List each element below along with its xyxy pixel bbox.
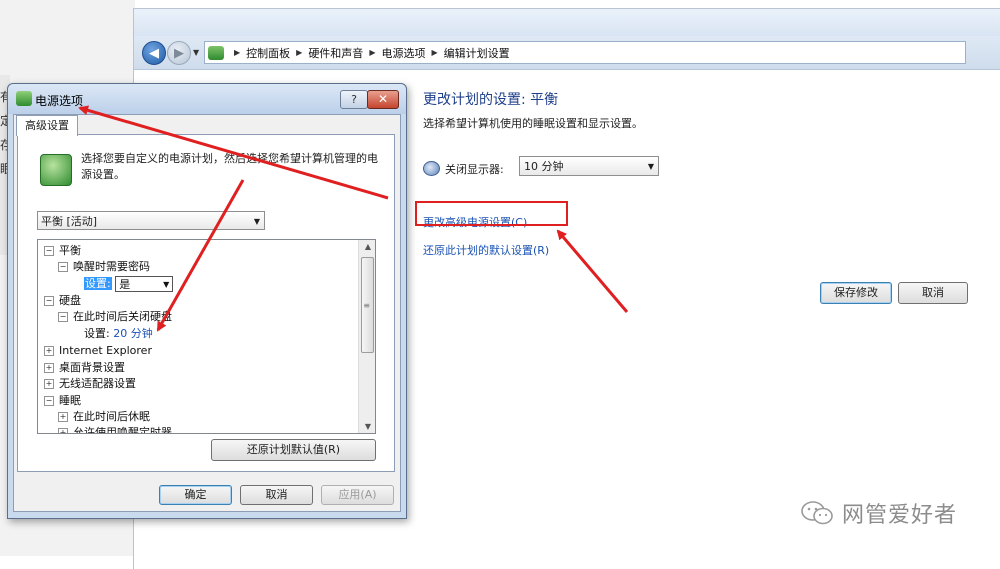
collapse-icon[interactable]: − [58,262,68,272]
tree-item-balance[interactable]: − 平衡 [44,243,81,259]
chevron-right-icon[interactable]: ▶ [296,48,302,57]
tree-label: 唤醒时需要密码 [73,260,150,273]
chevron-right-icon[interactable]: ▶ [234,48,240,57]
tree-label: 在此时间后关闭硬盘 [73,310,172,323]
watermark: 网管爱好者 [800,497,957,529]
tree-label: 在此时间后休眠 [73,410,150,423]
expand-icon[interactable]: + [44,346,54,356]
tree-label: 无线适配器设置 [59,377,136,390]
tree-item-hard-disk[interactable]: − 硬盘 [44,293,81,309]
collapse-icon[interactable]: − [44,296,54,306]
page-title: 更改计划的设置: 平衡 [423,92,559,108]
dialog-cancel-button[interactable]: 取消 [240,485,313,505]
tree-label: 允许使用唤醒定时器 [73,426,172,434]
chevron-right-icon[interactable]: ▶ [369,48,375,57]
cancel-button[interactable]: 取消 [898,282,968,304]
back-button[interactable]: ◀ [142,41,166,65]
tree-item-wake-setting[interactable]: 设置: 是 ▼ [84,276,174,292]
power-plan-value: 平衡 [活动] [41,215,98,228]
chevron-down-icon: ▼ [647,162,654,171]
expand-icon[interactable]: + [58,412,68,422]
apply-button[interactable]: 应用(A) [321,485,394,505]
tab-advanced-settings[interactable]: 高级设置 [16,115,78,136]
power-options-icon [16,91,32,106]
annotation-highlight-box [415,201,568,226]
wake-password-select[interactable]: 是 ▼ [115,276,174,292]
scroll-down-icon[interactable]: ▼ [365,422,371,431]
tree-label: 平衡 [59,244,81,257]
chevron-down-icon: ▼ [163,280,170,289]
tree-item-wake-password[interactable]: − 唤醒时需要密码 [58,259,150,275]
wake-password-value: 是 [119,278,131,291]
tree-item-sleep[interactable]: − 睡眠 [44,393,81,409]
display-off-value: 10 分钟 [524,160,564,173]
dialog-title: 电源选项 [35,94,84,108]
breadcrumb-control-panel[interactable]: 控制面板 [246,45,290,61]
tree-label: 硬盘 [59,294,81,307]
setting-label: 设置: [84,327,110,340]
collapse-icon[interactable]: − [58,312,68,322]
tree-item-sleep-after[interactable]: + 在此时间后休眠 [58,409,150,425]
close-button[interactable]: ✕ [367,90,399,109]
page-description: 选择希望计算机使用的睡眠设置和显示设置。 [423,117,643,130]
ok-button[interactable]: 确定 [159,485,232,505]
tree-item-wireless-adapter[interactable]: + 无线适配器设置 [44,376,136,392]
restore-defaults-link[interactable]: 还原此计划的默认设置(R) [423,242,549,258]
history-dropdown-icon[interactable]: ▼ [193,48,199,57]
tree-item-hdd-off-after[interactable]: − 在此时间后关闭硬盘 [58,309,172,325]
wechat-icon [801,501,833,525]
power-plan-select[interactable]: 平衡 [活动] ▼ [37,211,265,230]
settings-tree[interactable]: − 平衡 − 唤醒时需要密码 设置: 是 ▼ − 硬盘 − 在此时间后关闭硬盘 设置: 2… [37,239,376,434]
watermark-text: 网管爱好者 [842,503,958,528]
tree-item-desktop-background[interactable]: + 桌面背景设置 [44,360,125,376]
tree-scrollbar[interactable]: ▲ ≡ ▼ [358,240,375,433]
dialog-intro-text: 选择您要自定义的电源计划，然后选择您希望计算机管理的电源设置。 [81,152,378,181]
window-titlebar [134,9,1000,36]
dialog-titlebar[interactable]: 电源选项 ? ✕ [8,84,406,114]
hdd-setting-value-link[interactable]: 20 分钟 [113,327,153,340]
chevron-down-icon: ▼ [253,217,260,226]
power-options-dialog: 电源选项 ? ✕ 高级设置 选择您要自定义的电源计划，然后选择您希望计算机管理的… [7,83,407,519]
expand-icon[interactable]: + [58,428,68,433]
help-button[interactable]: ? [340,90,368,109]
forward-button[interactable]: ▶ [167,41,191,65]
control-panel-icon [208,45,224,60]
save-changes-button[interactable]: 保存修改 [820,282,892,304]
collapse-icon[interactable]: − [44,396,54,406]
navigation-bar: ◀ ▶ ▼ ▶ 控制面板 ▶ 硬件和声音 ▶ 电源选项 ▶ 编辑计划设置 [134,36,1000,70]
display-off-select[interactable]: 10 分钟 ▼ [519,156,659,176]
address-bar[interactable]: ▶ 控制面板 ▶ 硬件和声音 ▶ 电源选项 ▶ 编辑计划设置 [204,41,966,64]
monitor-icon [423,161,440,176]
expand-icon[interactable]: + [44,379,54,389]
power-plan-icon [40,154,72,186]
breadcrumb-edit-plan[interactable]: 编辑计划设置 [444,45,510,61]
scroll-up-icon[interactable]: ▲ [365,242,371,251]
tree-item-internet-explorer[interactable]: + Internet Explorer [44,343,152,359]
chevron-right-icon[interactable]: ▶ [431,48,437,57]
breadcrumb-hardware-sound[interactable]: 硬件和声音 [308,45,363,61]
tree-item-hdd-setting[interactable]: 设置: 20 分钟 [84,326,153,342]
collapse-icon[interactable]: − [44,246,54,256]
grip-icon: ≡ [363,301,370,310]
setting-label-selected: 设置: [84,277,112,290]
tree-label: 桌面背景设置 [59,361,125,374]
expand-icon[interactable]: + [44,363,54,373]
tree-item-allow-wake-timers[interactable]: + 允许使用唤醒定时器 [58,425,172,434]
tree-label: Internet Explorer [59,344,152,357]
tree-label: 睡眠 [59,394,81,407]
display-off-label: 关闭显示器: [445,163,504,176]
breadcrumb-power-options[interactable]: 电源选项 [381,45,425,61]
restore-plan-defaults-button[interactable]: 还原计划默认值(R) [211,439,376,461]
